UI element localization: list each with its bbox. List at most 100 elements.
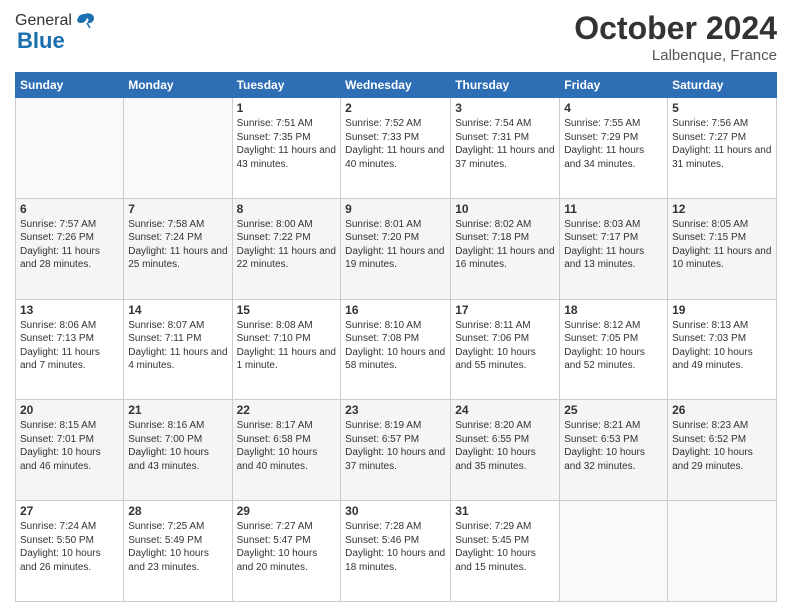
- location: Lalbenque, France: [574, 47, 777, 64]
- day-number: 25: [564, 403, 663, 417]
- cell-content: Sunrise: 8:07 AM Sunset: 7:11 PM Dayligh…: [128, 319, 227, 373]
- calendar-cell: 6Sunrise: 7:57 AM Sunset: 7:26 PM Daylig…: [16, 198, 124, 299]
- cell-content: Sunrise: 8:12 AM Sunset: 7:05 PM Dayligh…: [564, 319, 663, 373]
- calendar-cell: 22 Sunrise: 8:17 AM Sunset: 6:58 PM Dayli…: [232, 400, 341, 501]
- calendar-cell: 18 Sunrise: 8:12 AM Sunset: 7:05 PM Dayli…: [560, 299, 668, 400]
- day-number: 1: [237, 101, 337, 115]
- calendar-cell: 13Sunrise: 8:06 AM Sunset: 7:13 PM Dayli…: [16, 299, 124, 400]
- calendar-cell: 25 Sunrise: 8:21 AM Sunset: 6:53 PM Dayli…: [560, 400, 668, 501]
- day-number: 27: [20, 504, 119, 518]
- day-number: 9: [345, 202, 446, 216]
- cell-content: Sunrise: 7:57 AM Sunset: 7:26 PM Dayligh…: [20, 218, 119, 272]
- cell-content: Sunrise: 7:52 AM Sunset: 7:33 PM Dayligh…: [345, 117, 446, 171]
- weekday-header-thursday: Thursday: [451, 73, 560, 98]
- weekday-header-wednesday: Wednesday: [341, 73, 451, 98]
- day-number: 21: [128, 403, 227, 417]
- day-number: 19: [672, 303, 772, 317]
- cell-content: Sunrise: 8:08 AM Sunset: 7:10 PM Dayligh…: [237, 319, 337, 373]
- weekday-header-saturday: Saturday: [668, 73, 777, 98]
- day-number: 24: [455, 403, 555, 417]
- day-number: 4: [564, 101, 663, 115]
- cell-content: Sunrise: 8:00 AM Sunset: 7:22 PM Dayligh…: [237, 218, 337, 272]
- day-number: 7: [128, 202, 227, 216]
- cell-content: Sunrise: 8:19 AM Sunset: 6:57 PM Dayligh…: [345, 419, 446, 473]
- cell-content: Sunrise: 8:13 AM Sunset: 7:03 PM Dayligh…: [672, 319, 772, 373]
- weekday-header-tuesday: Tuesday: [232, 73, 341, 98]
- week-row-2: 13Sunrise: 8:06 AM Sunset: 7:13 PM Dayli…: [16, 299, 777, 400]
- cell-content: Sunrise: 7:55 AM Sunset: 7:29 PM Dayligh…: [564, 117, 663, 171]
- cell-content: Sunrise: 7:56 AM Sunset: 7:27 PM Dayligh…: [672, 117, 772, 171]
- day-number: 12: [672, 202, 772, 216]
- cell-content: Sunrise: 7:54 AM Sunset: 7:31 PM Dayligh…: [455, 117, 555, 171]
- day-number: 14: [128, 303, 227, 317]
- cell-content: Sunrise: 8:16 AM Sunset: 7:00 PM Dayligh…: [128, 419, 227, 473]
- day-number: 16: [345, 303, 446, 317]
- calendar-cell: 12 Sunrise: 8:05 AM Sunset: 7:15 PM Dayli…: [668, 198, 777, 299]
- day-number: 28: [128, 504, 227, 518]
- cell-content: Sunrise: 8:21 AM Sunset: 6:53 PM Dayligh…: [564, 419, 663, 473]
- calendar-cell: 7 Sunrise: 7:58 AM Sunset: 7:24 PM Daylig…: [124, 198, 232, 299]
- day-number: 31: [455, 504, 555, 518]
- calendar: SundayMondayTuesdayWednesdayThursdayFrid…: [15, 72, 777, 602]
- day-number: 3: [455, 101, 555, 115]
- calendar-cell: 17 Sunrise: 8:11 AM Sunset: 7:06 PM Dayli…: [451, 299, 560, 400]
- calendar-cell: 19 Sunrise: 8:13 AM Sunset: 7:03 PM Dayli…: [668, 299, 777, 400]
- calendar-cell: 11Sunrise: 8:03 AM Sunset: 7:17 PM Dayli…: [560, 198, 668, 299]
- header: General Blue October 2024 Lalbenque, Fra…: [15, 10, 777, 64]
- weekday-header-friday: Friday: [560, 73, 668, 98]
- calendar-cell: 1 Sunrise: 7:51 AM Sunset: 7:35 PM Daylig…: [232, 98, 341, 199]
- calendar-cell: 23Sunrise: 8:19 AM Sunset: 6:57 PM Dayli…: [341, 400, 451, 501]
- week-row-0: 1 Sunrise: 7:51 AM Sunset: 7:35 PM Daylig…: [16, 98, 777, 199]
- calendar-cell: [560, 501, 668, 602]
- day-number: 10: [455, 202, 555, 216]
- logo-blue-text: Blue: [17, 28, 65, 54]
- day-number: 29: [237, 504, 337, 518]
- cell-content: Sunrise: 7:58 AM Sunset: 7:24 PM Dayligh…: [128, 218, 227, 272]
- cell-content: Sunrise: 8:17 AM Sunset: 6:58 PM Dayligh…: [237, 419, 337, 473]
- calendar-cell: 3 Sunrise: 7:54 AM Sunset: 7:31 PM Daylig…: [451, 98, 560, 199]
- calendar-cell: 24 Sunrise: 8:20 AM Sunset: 6:55 PM Dayli…: [451, 400, 560, 501]
- calendar-cell: [124, 98, 232, 199]
- calendar-cell: 8Sunrise: 8:00 AM Sunset: 7:22 PM Daylig…: [232, 198, 341, 299]
- page: General Blue October 2024 Lalbenque, Fra…: [0, 0, 792, 612]
- cell-content: Sunrise: 7:29 AM Sunset: 5:45 PM Dayligh…: [455, 520, 555, 574]
- calendar-cell: 10Sunrise: 8:02 AM Sunset: 7:18 PM Dayli…: [451, 198, 560, 299]
- calendar-cell: 21 Sunrise: 8:16 AM Sunset: 7:00 PM Dayli…: [124, 400, 232, 501]
- cell-content: Sunrise: 8:11 AM Sunset: 7:06 PM Dayligh…: [455, 319, 555, 373]
- weekday-header-sunday: Sunday: [16, 73, 124, 98]
- day-number: 18: [564, 303, 663, 317]
- day-number: 15: [237, 303, 337, 317]
- calendar-cell: [16, 98, 124, 199]
- weekday-header-row: SundayMondayTuesdayWednesdayThursdayFrid…: [16, 73, 777, 98]
- calendar-cell: 30Sunrise: 7:28 AM Sunset: 5:46 PM Dayli…: [341, 501, 451, 602]
- week-row-4: 27 Sunrise: 7:24 AM Sunset: 5:50 PM Dayli…: [16, 501, 777, 602]
- calendar-cell: 16 Sunrise: 8:10 AM Sunset: 7:08 PM Dayli…: [341, 299, 451, 400]
- cell-content: Sunrise: 8:15 AM Sunset: 7:01 PM Dayligh…: [20, 419, 119, 473]
- calendar-cell: 9 Sunrise: 8:01 AM Sunset: 7:20 PM Daylig…: [341, 198, 451, 299]
- calendar-cell: 27 Sunrise: 7:24 AM Sunset: 5:50 PM Dayli…: [16, 501, 124, 602]
- day-number: 17: [455, 303, 555, 317]
- calendar-cell: 29Sunrise: 7:27 AM Sunset: 5:47 PM Dayli…: [232, 501, 341, 602]
- calendar-cell: 4 Sunrise: 7:55 AM Sunset: 7:29 PM Daylig…: [560, 98, 668, 199]
- week-row-3: 20Sunrise: 8:15 AM Sunset: 7:01 PM Dayli…: [16, 400, 777, 501]
- cell-content: Sunrise: 7:24 AM Sunset: 5:50 PM Dayligh…: [20, 520, 119, 574]
- day-number: 2: [345, 101, 446, 115]
- month-title: October 2024: [574, 10, 777, 47]
- calendar-cell: 15 Sunrise: 8:08 AM Sunset: 7:10 PM Dayli…: [232, 299, 341, 400]
- cell-content: Sunrise: 8:10 AM Sunset: 7:08 PM Dayligh…: [345, 319, 446, 373]
- calendar-cell: 5Sunrise: 7:56 AM Sunset: 7:27 PM Daylig…: [668, 98, 777, 199]
- calendar-cell: 26Sunrise: 8:23 AM Sunset: 6:52 PM Dayli…: [668, 400, 777, 501]
- day-number: 22: [237, 403, 337, 417]
- day-number: 26: [672, 403, 772, 417]
- cell-content: Sunrise: 8:06 AM Sunset: 7:13 PM Dayligh…: [20, 319, 119, 373]
- calendar-cell: 2 Sunrise: 7:52 AM Sunset: 7:33 PM Daylig…: [341, 98, 451, 199]
- cell-content: Sunrise: 7:51 AM Sunset: 7:35 PM Dayligh…: [237, 117, 337, 171]
- cell-content: Sunrise: 8:01 AM Sunset: 7:20 PM Dayligh…: [345, 218, 446, 272]
- cell-content: Sunrise: 8:20 AM Sunset: 6:55 PM Dayligh…: [455, 419, 555, 473]
- cell-content: Sunrise: 8:05 AM Sunset: 7:15 PM Dayligh…: [672, 218, 772, 272]
- calendar-cell: [668, 501, 777, 602]
- calendar-cell: 28Sunrise: 7:25 AM Sunset: 5:49 PM Dayli…: [124, 501, 232, 602]
- day-number: 11: [564, 202, 663, 216]
- calendar-cell: 31 Sunrise: 7:29 AM Sunset: 5:45 PM Dayli…: [451, 501, 560, 602]
- title-block: October 2024 Lalbenque, France: [574, 10, 777, 64]
